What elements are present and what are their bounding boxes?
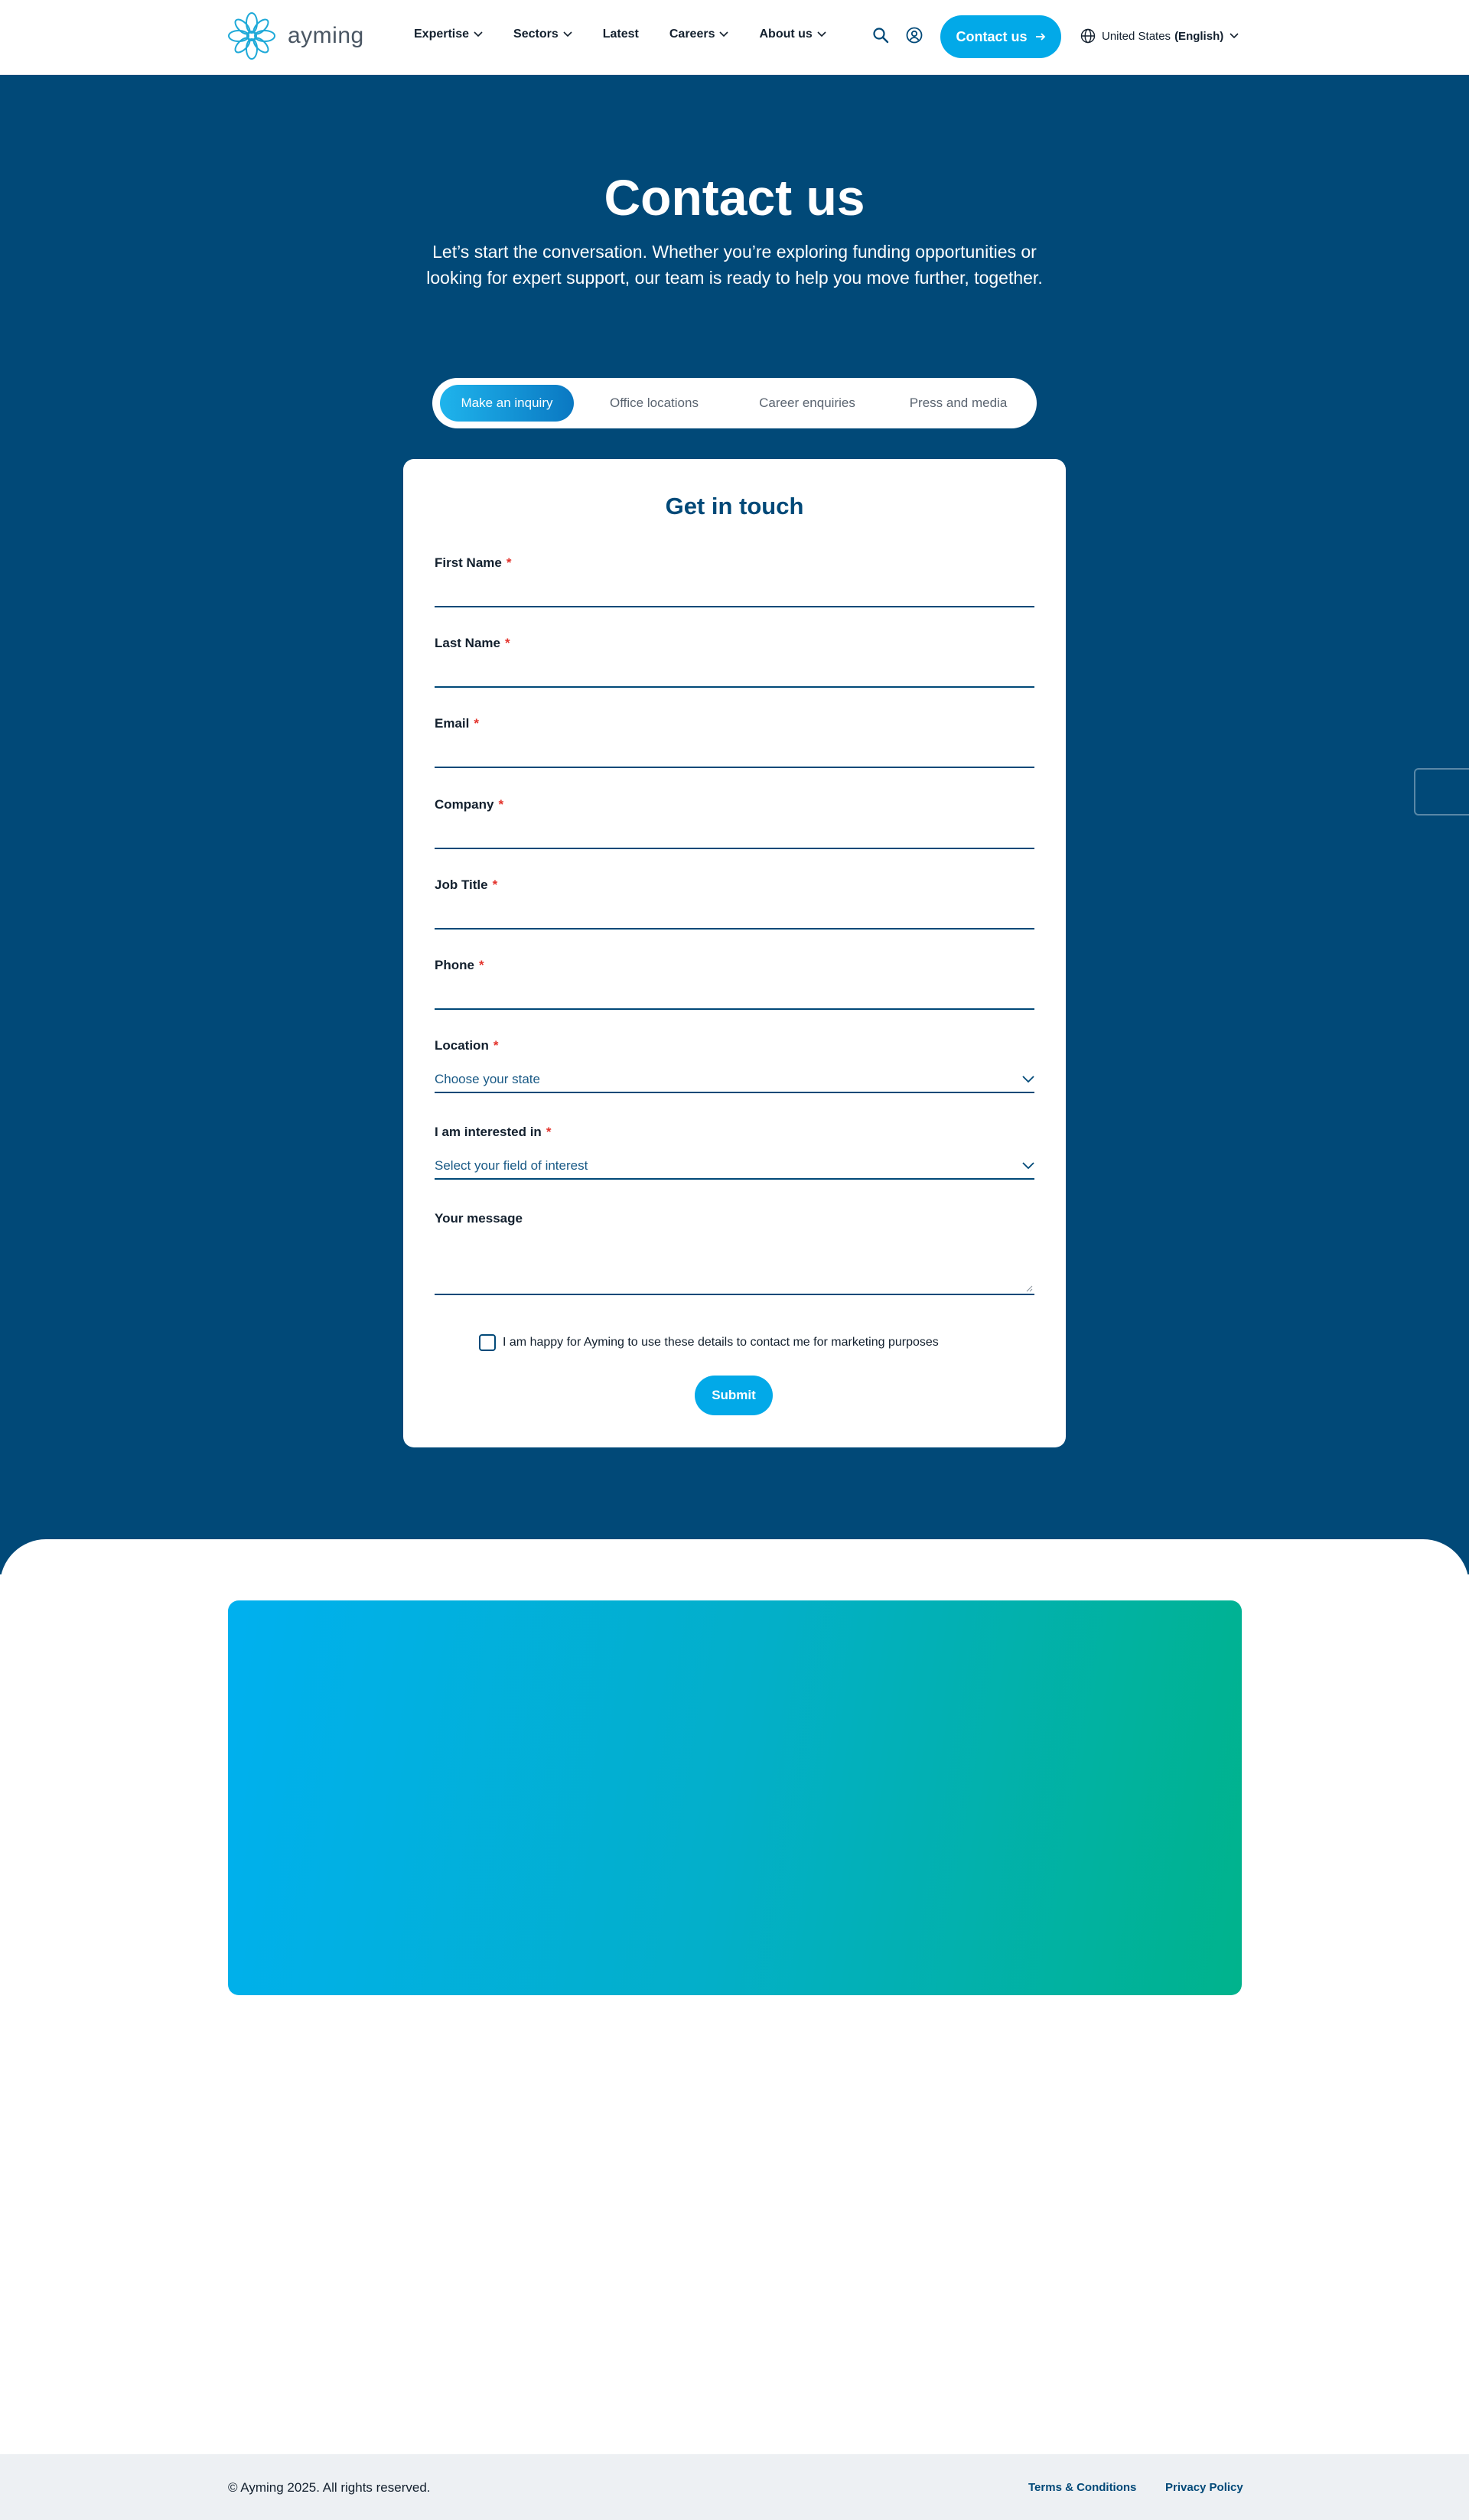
account-button[interactable] xyxy=(906,27,923,47)
nav-item-label: Latest xyxy=(602,28,639,41)
field-label: Job Title * xyxy=(435,877,498,892)
required-marker: * xyxy=(492,877,498,892)
gradient-banner xyxy=(228,1600,1242,1995)
chevron-down-icon xyxy=(817,31,826,37)
form-title: Get in touch xyxy=(665,493,804,519)
required-marker: * xyxy=(478,958,484,972)
location-placeholder: Choose your state xyxy=(435,1072,540,1086)
nav-item-label: Expertise xyxy=(414,28,470,41)
last-name-input[interactable] xyxy=(435,657,1034,688)
required-marker: * xyxy=(493,1038,499,1053)
logo[interactable]: ayming xyxy=(226,11,364,61)
required-marker: * xyxy=(504,636,510,650)
marketing-consent-label: I am happy for Ayming to use these detai… xyxy=(503,1336,939,1349)
phone-input[interactable] xyxy=(435,979,1034,1010)
locale-selector[interactable]: United States (English) xyxy=(1080,28,1239,44)
field-label: First Name * xyxy=(435,555,512,570)
last-name-field: Last Name * xyxy=(435,636,1034,697)
required-marker: * xyxy=(506,555,512,570)
field-label: Company * xyxy=(435,797,504,812)
copyright: © Ayming 2025. All rights reserved. xyxy=(228,2480,431,2495)
resize-handle-icon[interactable] xyxy=(1025,1284,1033,1292)
arrow-right-icon xyxy=(1035,33,1045,41)
field-label: I am interested in * xyxy=(435,1125,552,1139)
marketing-consent-checkbox[interactable] xyxy=(479,1334,496,1351)
logo-wordmark: ayming xyxy=(288,23,364,48)
nav-item-about-us[interactable]: About us xyxy=(759,28,826,41)
marketing-consent: I am happy for Ayming to use these detai… xyxy=(479,1334,939,1351)
user-icon xyxy=(906,27,923,44)
required-marker: * xyxy=(498,797,504,812)
side-feedback-tab[interactable] xyxy=(1414,768,1469,816)
submit-button[interactable]: Submit xyxy=(695,1376,773,1415)
terms-link[interactable]: Terms & Conditions xyxy=(1028,2481,1136,2494)
contact-form: Get in touch First Name * Last Name * Emai… xyxy=(403,459,1066,1447)
contact-us-button[interactable]: Contact us xyxy=(940,15,1061,58)
first-name-field: First Name * xyxy=(435,555,1034,617)
tab-office-locations[interactable]: Office locations xyxy=(581,385,727,422)
email-input[interactable] xyxy=(435,737,1034,768)
ayming-logo-icon xyxy=(228,12,275,60)
chevron-down-icon xyxy=(563,31,572,37)
required-marker: * xyxy=(546,1125,552,1139)
nav-item-latest[interactable]: Latest xyxy=(603,28,639,41)
company-input[interactable] xyxy=(435,819,1034,849)
field-label: Your message xyxy=(435,1211,523,1226)
message-field: Your message xyxy=(435,1211,1034,1310)
job-title-field: Job Title * xyxy=(435,877,1034,939)
phone-field: Phone * xyxy=(435,958,1034,1019)
nav-item-sectors[interactable]: Sectors xyxy=(513,28,572,41)
chevron-down-icon xyxy=(1022,1162,1034,1170)
field-label: Location * xyxy=(435,1038,499,1053)
nav-item-label: Careers xyxy=(669,28,715,41)
field-label: Last Name * xyxy=(435,636,510,650)
company-field: Company * xyxy=(435,797,1034,858)
site-header: ayming Expertise Sectors Latest Careers … xyxy=(0,0,1469,75)
search-button[interactable] xyxy=(872,27,889,47)
location-field: Location * Choose your state xyxy=(435,1038,1034,1107)
tab-make-an-inquiry[interactable]: Make an inquiry xyxy=(440,385,574,422)
chevron-down-icon xyxy=(719,31,729,37)
search-icon xyxy=(873,28,889,44)
field-label: Email * xyxy=(435,716,479,731)
nav-item-careers[interactable]: Careers xyxy=(669,28,729,41)
message-textarea[interactable] xyxy=(435,1237,1034,1295)
interest-field: I am interested in * Select your field of… xyxy=(435,1125,1034,1193)
privacy-link[interactable]: Privacy Policy xyxy=(1165,2481,1243,2494)
interest-placeholder: Select your field of interest xyxy=(435,1158,588,1173)
job-title-input[interactable] xyxy=(435,899,1034,930)
nav-item-label: About us xyxy=(759,28,813,41)
tab-press-and-media[interactable]: Press and media xyxy=(888,385,1029,422)
hero-section: Contact us Let’s start the conversation.… xyxy=(0,75,1469,1574)
globe-icon xyxy=(1080,28,1096,44)
main-nav: Expertise Sectors Latest Careers About u… xyxy=(414,28,857,41)
email-field: Email * xyxy=(435,716,1034,777)
locale-language: (English) xyxy=(1174,29,1224,43)
chevron-down-icon xyxy=(1230,33,1239,39)
tab-career-enquiries[interactable]: Career enquiries xyxy=(727,385,888,422)
page-title: Contact us xyxy=(604,169,865,226)
chevron-down-icon xyxy=(474,31,483,37)
field-label: Phone * xyxy=(435,958,484,972)
required-marker: * xyxy=(474,716,479,731)
interest-select[interactable]: Select your field of interest xyxy=(435,1154,1034,1180)
page-subtitle: Let’s start the conversation. Whether yo… xyxy=(426,242,1043,288)
first-name-input[interactable] xyxy=(435,577,1034,607)
location-select[interactable]: Choose your state xyxy=(435,1067,1034,1093)
contact-us-label: Contact us xyxy=(956,28,1028,44)
site-footer: © Ayming 2025. All rights reserved. Term… xyxy=(0,2454,1469,2520)
nav-item-label: Sectors xyxy=(513,28,559,41)
locale-country: United States xyxy=(1102,29,1171,43)
chevron-down-icon xyxy=(1022,1076,1034,1083)
nav-item-expertise[interactable]: Expertise xyxy=(414,28,483,41)
contact-tabs: Make an inquiry Office locations Career … xyxy=(432,378,1037,428)
